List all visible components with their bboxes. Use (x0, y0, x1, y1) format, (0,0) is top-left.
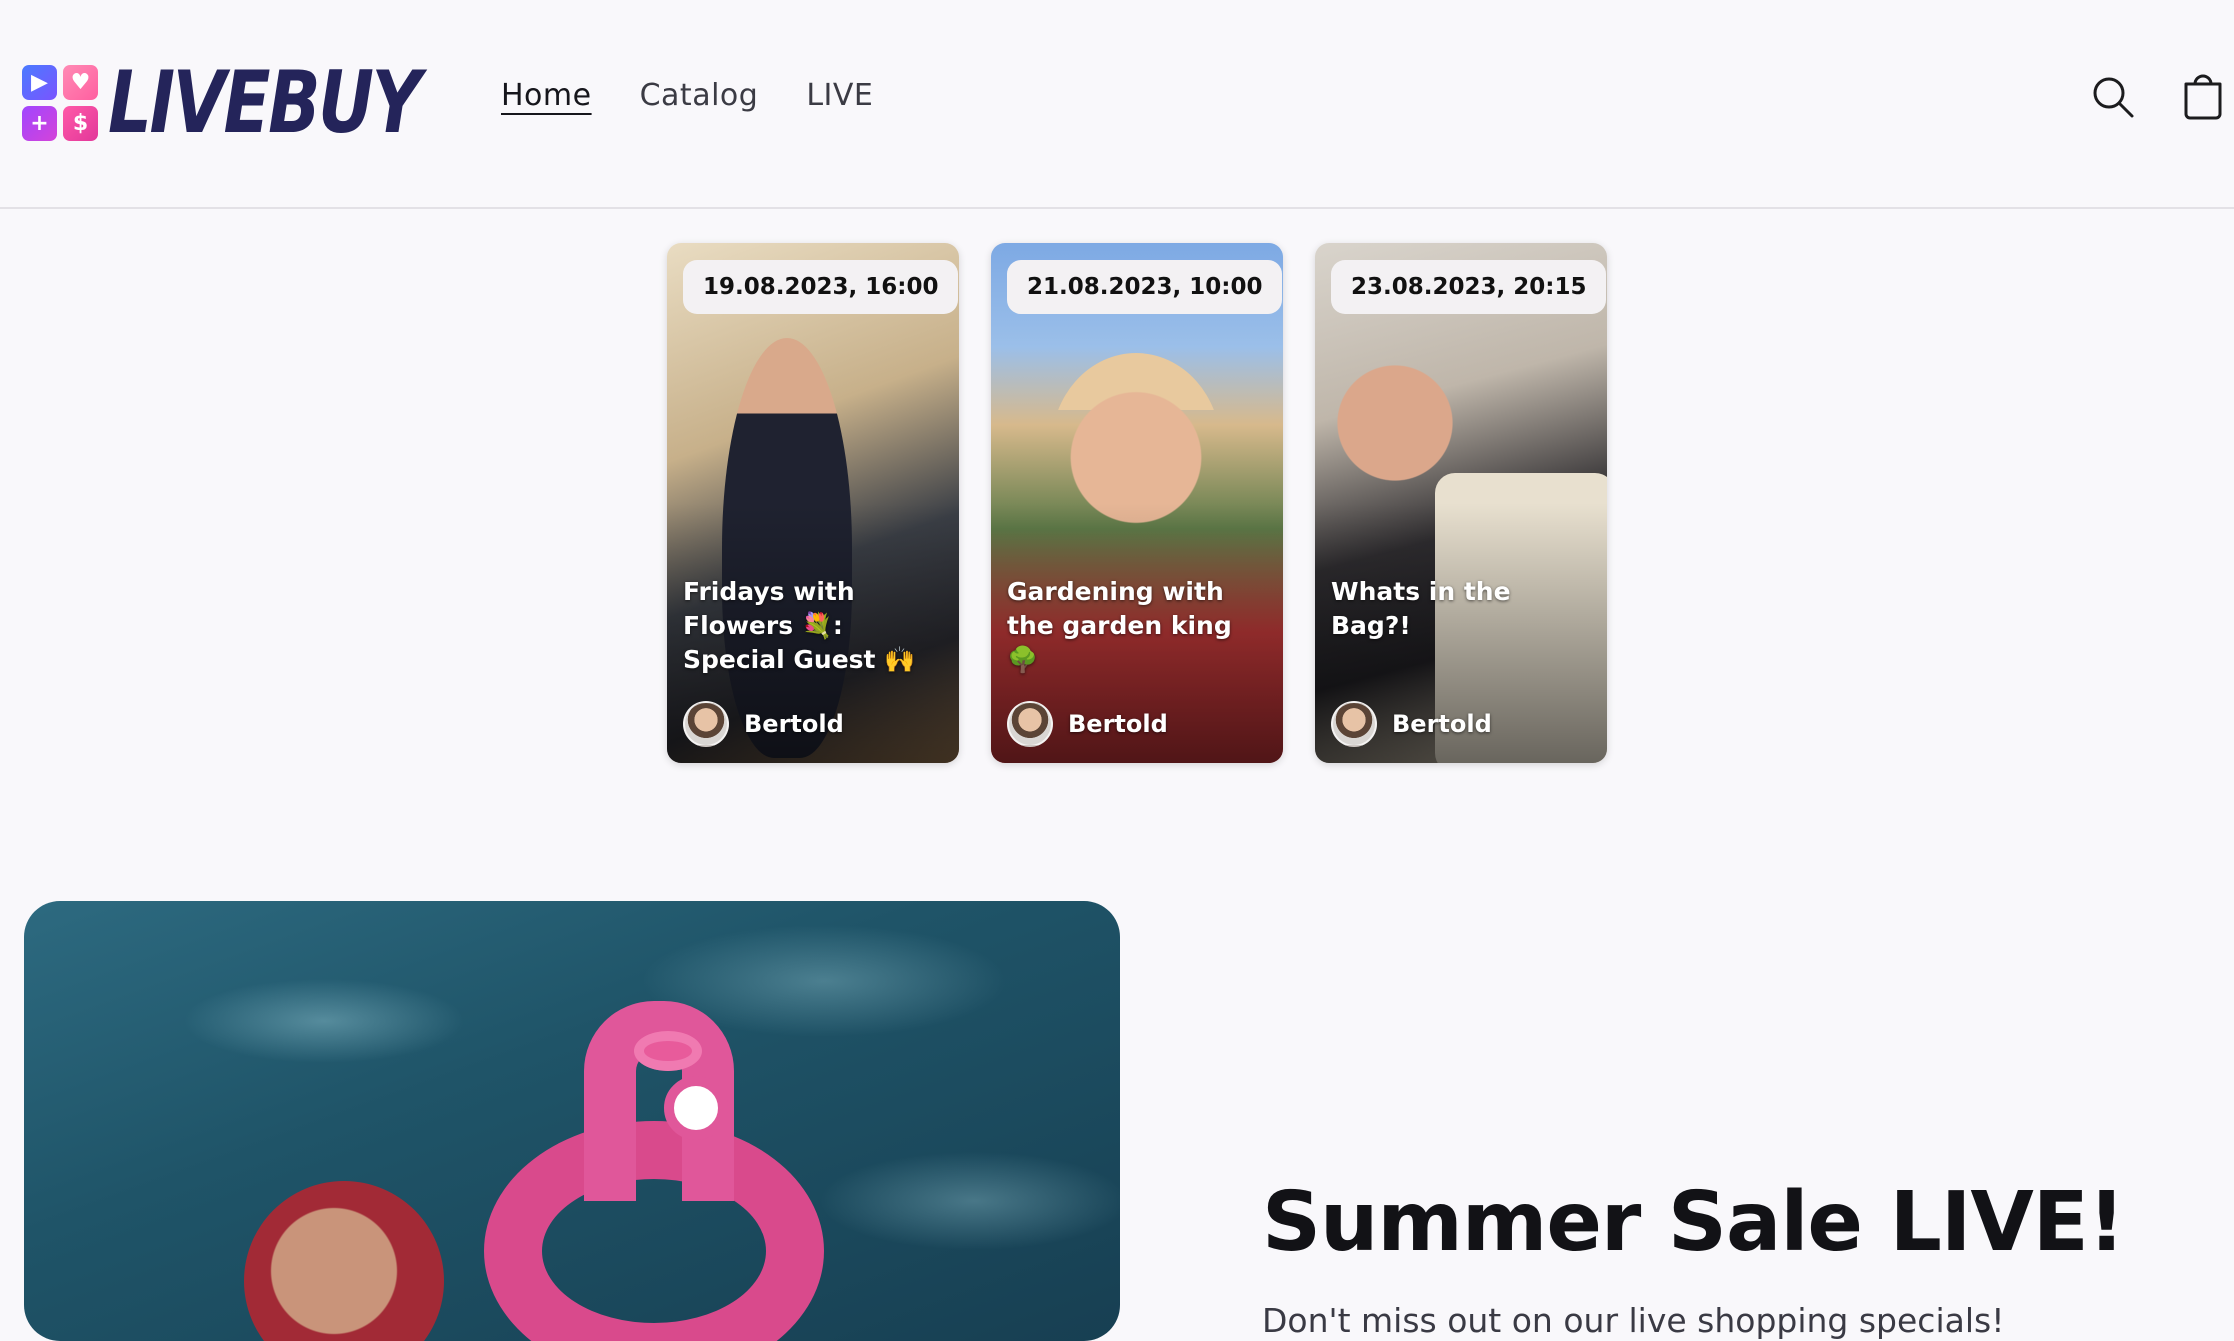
event-host: Bertold (1331, 701, 1492, 747)
swimmer-figure (244, 1181, 444, 1341)
banner-image (24, 901, 1120, 1341)
live-events-list: 19.08.2023, 16:00 Fridays with Flowers 💐… (667, 243, 1607, 763)
banner-subtitle: Don't miss out on our live shopping spec… (1262, 1301, 2005, 1340)
host-avatar (1331, 701, 1377, 747)
main-nav: Home Catalog LIVE (501, 78, 873, 113)
event-date-badge: 19.08.2023, 16:00 (683, 260, 959, 314)
host-avatar (1007, 701, 1053, 747)
event-date-badge: 21.08.2023, 10:00 (1007, 260, 1283, 314)
host-avatar (683, 701, 729, 747)
event-host: Bertold (683, 701, 844, 747)
logo[interactable]: ▶ ♥ + $ LIVEBUY (22, 60, 497, 146)
host-name: Bertold (1068, 710, 1168, 738)
host-name: Bertold (744, 710, 844, 738)
dollar-icon: $ (63, 106, 98, 141)
event-title: Gardening with the garden king 🌳 (1007, 577, 1232, 674)
banner-title: Summer Sale LIVE! (1262, 1174, 2125, 1270)
site-header: ▶ ♥ + $ LIVEBUY Home Catalog LIVE (0, 0, 2234, 209)
cart-icon[interactable] (2178, 72, 2228, 122)
event-title: Whats in the Bag?! (1331, 577, 1511, 640)
cup-holder (634, 1031, 702, 1071)
nav-home[interactable]: Home (501, 78, 592, 113)
nav-catalog[interactable]: Catalog (640, 78, 759, 113)
play-icon: ▶ (22, 65, 57, 100)
event-host: Bertold (1007, 701, 1168, 747)
plus-icon: + (22, 106, 57, 141)
live-event-card[interactable]: 21.08.2023, 10:00 Gardening with the gar… (991, 243, 1283, 763)
event-date-badge: 23.08.2023, 20:15 (1331, 260, 1607, 314)
search-icon[interactable] (2088, 72, 2138, 122)
live-event-card[interactable]: 23.08.2023, 20:15 Whats in the Bag?! Ber… (1315, 243, 1607, 763)
heart-icon: ♥ (63, 65, 98, 100)
host-name: Bertold (1392, 710, 1492, 738)
logo-mark-icon: ▶ ♥ + $ (22, 65, 98, 141)
live-event-card[interactable]: 19.08.2023, 16:00 Fridays with Flowers 💐… (667, 243, 959, 763)
logo-text: LIVEBUY (108, 53, 421, 153)
nav-live[interactable]: LIVE (806, 78, 873, 113)
event-title: Fridays with Flowers 💐: Special Guest 🙌 (683, 577, 916, 674)
